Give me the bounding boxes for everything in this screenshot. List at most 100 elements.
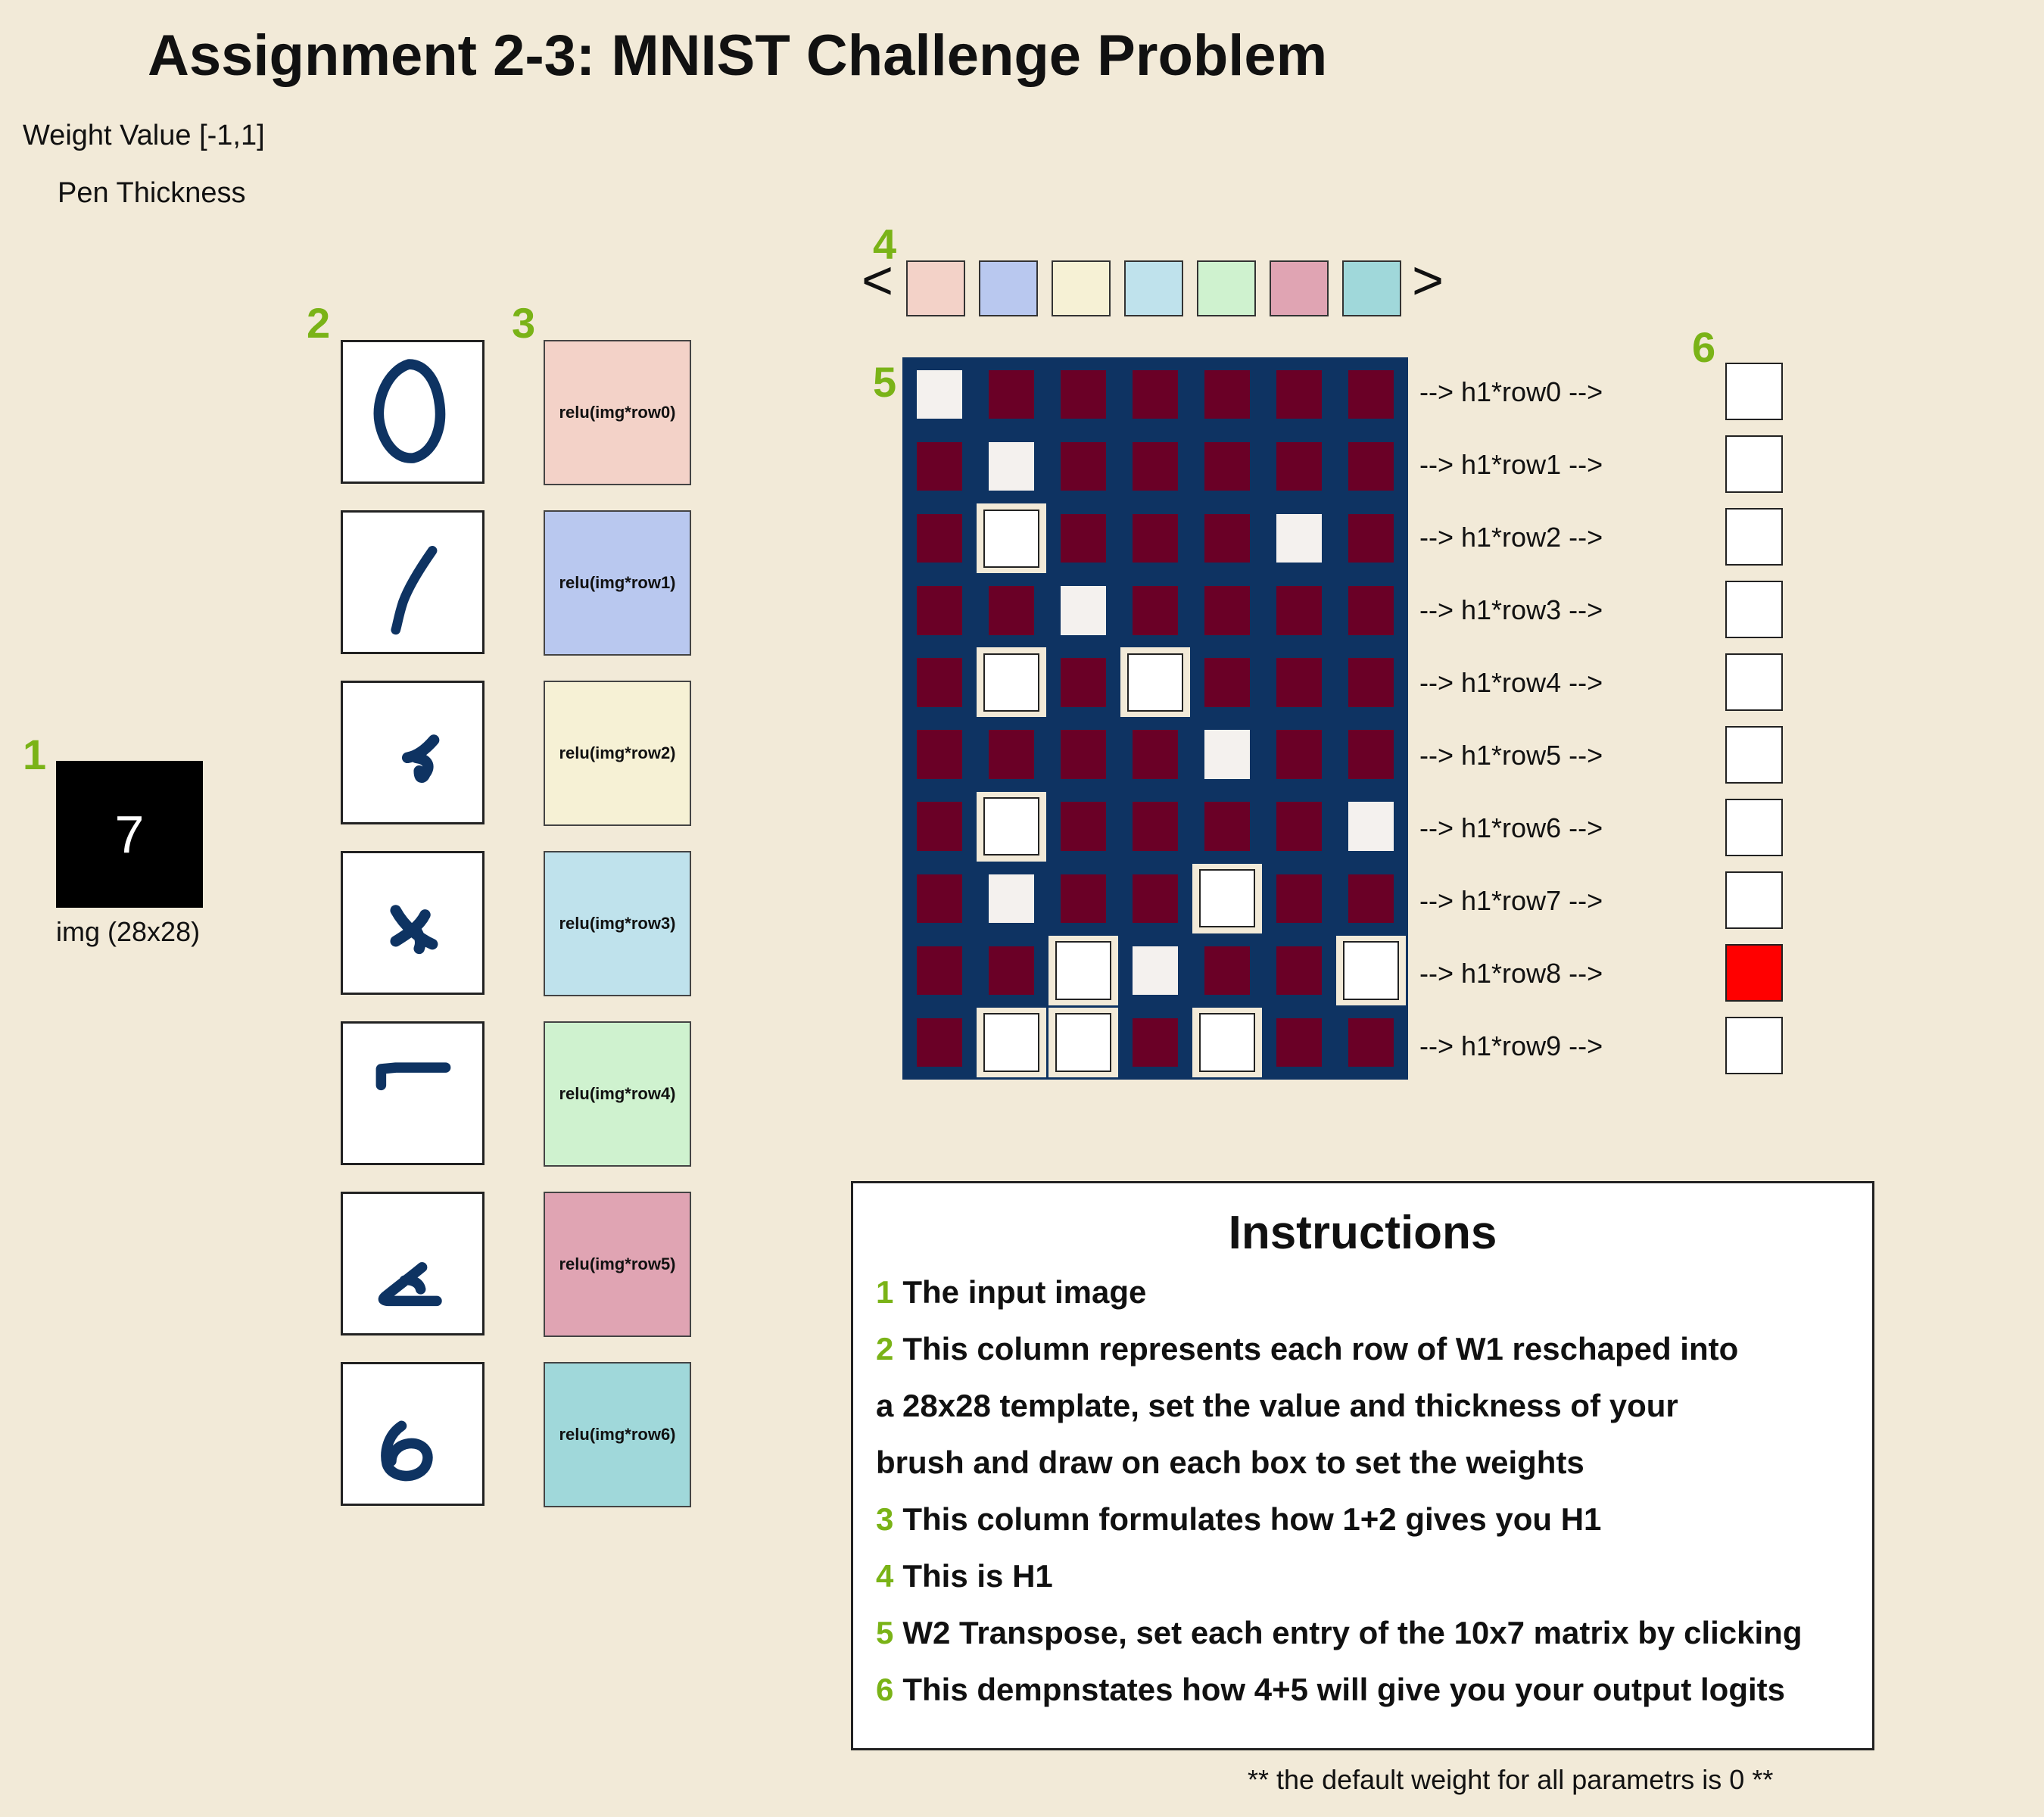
w2-cell-r7-c6[interactable] bbox=[1336, 863, 1406, 933]
w2-cell-r6-c1[interactable] bbox=[977, 791, 1046, 862]
w2-cell-r4-c2[interactable] bbox=[1048, 647, 1118, 718]
w2-cell-r8-c4[interactable] bbox=[1192, 935, 1262, 1005]
w2-cell-r8-c5[interactable] bbox=[1264, 935, 1334, 1005]
w2-cell-r2-c0[interactable] bbox=[905, 503, 974, 574]
w2-cell-fill bbox=[1343, 941, 1399, 1000]
w2-cell-r0-c4[interactable] bbox=[1192, 360, 1262, 430]
w2-cell-fill bbox=[1132, 874, 1179, 923]
w2-cell-r4-c5[interactable] bbox=[1264, 647, 1334, 718]
w2-cell-r2-c6[interactable] bbox=[1336, 503, 1406, 574]
w2-cell-r2-c5[interactable] bbox=[1264, 503, 1334, 574]
h1-prev-button[interactable]: < bbox=[862, 250, 893, 312]
w2-cell-r3-c5[interactable] bbox=[1264, 575, 1334, 646]
template-row3-canvas[interactable] bbox=[341, 851, 485, 995]
template-row2-canvas[interactable] bbox=[341, 681, 485, 824]
w2-cell-r9-c1[interactable] bbox=[977, 1007, 1046, 1077]
w2-cell-r5-c1[interactable] bbox=[977, 719, 1046, 790]
w2-cell-r7-c0[interactable] bbox=[905, 863, 974, 933]
w2-cell-r0-c6[interactable] bbox=[1336, 360, 1406, 430]
w2-cell-r5-c2[interactable] bbox=[1048, 719, 1118, 790]
w2-cell-r8-c6[interactable] bbox=[1336, 935, 1406, 1005]
template-row6-canvas[interactable] bbox=[341, 1362, 485, 1506]
w2-cell-r9-c0[interactable] bbox=[905, 1007, 974, 1077]
instruction-text: brush and draw on each box to set the we… bbox=[876, 1445, 1584, 1480]
logit-4 bbox=[1725, 653, 1783, 711]
w2-cell-r8-c2[interactable] bbox=[1048, 935, 1118, 1005]
w2-cell-fill bbox=[1348, 514, 1394, 563]
w2-cell-r9-c6[interactable] bbox=[1336, 1007, 1406, 1077]
w2-cell-r4-c1[interactable] bbox=[977, 647, 1046, 718]
w2-cell-r9-c4[interactable] bbox=[1192, 1007, 1262, 1077]
w2-cell-fill bbox=[1060, 514, 1107, 563]
w2-cell-r2-c2[interactable] bbox=[1048, 503, 1118, 574]
w2-cell-r6-c6[interactable] bbox=[1336, 791, 1406, 862]
w2-cell-r0-c0[interactable] bbox=[905, 360, 974, 430]
drawn-digit-3 bbox=[390, 905, 438, 955]
w2-cell-r2-c3[interactable] bbox=[1120, 503, 1190, 574]
w2-cell-fill bbox=[1132, 946, 1179, 996]
w2-cell-r5-c4[interactable] bbox=[1192, 719, 1262, 790]
w2-cell-r6-c2[interactable] bbox=[1048, 791, 1118, 862]
w2-cell-r1-c1[interactable] bbox=[977, 432, 1046, 502]
instruction-line-3: a 28x28 template, set the value and thic… bbox=[876, 1388, 1678, 1424]
w2-cell-r3-c3[interactable] bbox=[1120, 575, 1190, 646]
w2-cell-r8-c3[interactable] bbox=[1120, 935, 1190, 1005]
h1-next-button[interactable]: > bbox=[1412, 250, 1444, 312]
w2-cell-r2-c4[interactable] bbox=[1192, 503, 1262, 574]
w2-transpose-grid[interactable] bbox=[902, 357, 1408, 1080]
w2-cell-r0-c1[interactable] bbox=[977, 360, 1046, 430]
template-row5-canvas[interactable] bbox=[341, 1192, 485, 1335]
w2-cell-r4-c0[interactable] bbox=[905, 647, 974, 718]
marker-6: 6 bbox=[1692, 323, 1716, 371]
w2-cell-r3-c2[interactable] bbox=[1048, 575, 1118, 646]
logit-3 bbox=[1725, 581, 1783, 638]
w2-cell-r1-c5[interactable] bbox=[1264, 432, 1334, 502]
w2-cell-r0-c2[interactable] bbox=[1048, 360, 1118, 430]
w2-cell-r5-c3[interactable] bbox=[1120, 719, 1190, 790]
w2-cell-r4-c3[interactable] bbox=[1120, 647, 1190, 718]
w2-cell-r5-c6[interactable] bbox=[1336, 719, 1406, 790]
w2-cell-r9-c2[interactable] bbox=[1048, 1007, 1118, 1077]
w2-cell-r5-c0[interactable] bbox=[905, 719, 974, 790]
w2-cell-r5-c5[interactable] bbox=[1264, 719, 1334, 790]
w2-cell-r8-c0[interactable] bbox=[905, 935, 974, 1005]
w2-cell-r6-c3[interactable] bbox=[1120, 791, 1190, 862]
w2-cell-r6-c0[interactable] bbox=[905, 791, 974, 862]
w2-cell-r7-c5[interactable] bbox=[1264, 863, 1334, 933]
w2-cell-r4-c4[interactable] bbox=[1192, 647, 1262, 718]
w2-cell-fill bbox=[1276, 946, 1323, 996]
w2-cell-fill bbox=[1276, 586, 1323, 635]
w2-cell-fill bbox=[1276, 658, 1323, 707]
w2-cell-r1-c6[interactable] bbox=[1336, 432, 1406, 502]
w2-cell-r6-c4[interactable] bbox=[1192, 791, 1262, 862]
template-row0-canvas[interactable] bbox=[341, 340, 485, 484]
instruction-line-4: brush and draw on each box to set the we… bbox=[876, 1445, 1584, 1481]
w2-cell-r7-c1[interactable] bbox=[977, 863, 1046, 933]
w2-cell-r0-c5[interactable] bbox=[1264, 360, 1334, 430]
w2-cell-r3-c6[interactable] bbox=[1336, 575, 1406, 646]
w2-cell-r1-c3[interactable] bbox=[1120, 432, 1190, 502]
w2-cell-r9-c3[interactable] bbox=[1120, 1007, 1190, 1077]
h1-cell-4 bbox=[1197, 260, 1256, 316]
w2-cell-fill bbox=[916, 1018, 963, 1067]
w2-cell-r1-c2[interactable] bbox=[1048, 432, 1118, 502]
w2-cell-r3-c0[interactable] bbox=[905, 575, 974, 646]
template-row1-canvas[interactable] bbox=[341, 510, 485, 654]
w2-cell-r3-c4[interactable] bbox=[1192, 575, 1262, 646]
w2-cell-r1-c0[interactable] bbox=[905, 432, 974, 502]
w2-cell-fill bbox=[1276, 802, 1323, 851]
w2-cell-r7-c4[interactable] bbox=[1192, 863, 1262, 933]
w2-cell-r9-c5[interactable] bbox=[1264, 1007, 1334, 1077]
w2-cell-r7-c3[interactable] bbox=[1120, 863, 1190, 933]
instruction-num: 5 bbox=[876, 1615, 894, 1650]
w2-cell-r2-c1[interactable] bbox=[977, 503, 1046, 574]
w2-cell-r4-c6[interactable] bbox=[1336, 647, 1406, 718]
w2-cell-fill bbox=[1276, 441, 1323, 491]
w2-cell-r7-c2[interactable] bbox=[1048, 863, 1118, 933]
w2-cell-r8-c1[interactable] bbox=[977, 935, 1046, 1005]
w2-cell-r0-c3[interactable] bbox=[1120, 360, 1190, 430]
w2-cell-r1-c4[interactable] bbox=[1192, 432, 1262, 502]
template-row4-canvas[interactable] bbox=[341, 1021, 485, 1165]
w2-cell-r3-c1[interactable] bbox=[977, 575, 1046, 646]
w2-cell-r6-c5[interactable] bbox=[1264, 791, 1334, 862]
